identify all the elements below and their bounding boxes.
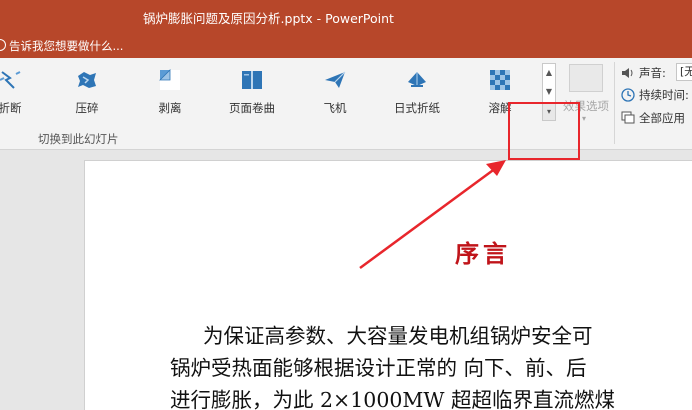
window-title: 锅炉膨胀问题及原因分析.pptx - PowerPoint bbox=[143, 11, 394, 26]
apply-all-icon bbox=[621, 111, 635, 124]
crush-icon bbox=[78, 72, 96, 88]
gallery-item-crush[interactable]: 压碎 bbox=[55, 62, 119, 120]
lightbulb-icon bbox=[0, 39, 6, 51]
title-bar: 锅炉膨胀问题及原因分析.pptx - PowerPoint bbox=[0, 0, 692, 34]
annotation-highlight-box bbox=[508, 102, 580, 160]
tell-me-bar[interactable]: 告诉我您想要做什么... bbox=[0, 34, 692, 58]
group-divider bbox=[614, 62, 615, 144]
airplane-icon bbox=[325, 71, 346, 88]
dissolve-icon bbox=[490, 70, 510, 90]
gallery-item-origami[interactable]: 日式折纸 bbox=[385, 62, 449, 120]
slide-canvas: 序言 为保证高参数、大容量发电机组锅炉安全可 锅炉受热面能够根据设计正常的 向下… bbox=[0, 150, 692, 410]
gallery-scroll-down-button[interactable]: ▼ bbox=[543, 83, 555, 101]
gallery-item-page-curl[interactable]: 页面卷曲 bbox=[220, 62, 284, 120]
speaker-icon bbox=[622, 68, 633, 78]
gallery-item-peel-off[interactable]: 剥离 bbox=[138, 62, 202, 120]
slide-text-line: 进行膨胀，为此 2×1000MW 超超临界直流燃煤 bbox=[170, 388, 615, 410]
transitions-ribbon: 折断 压碎 剥离 页面卷曲 飞机 日式折纸 溶解 ▲ ▼ ▾ 效果选项 ▾ 声音… bbox=[0, 58, 692, 150]
page-curl-icon bbox=[242, 71, 262, 89]
peel-off-icon bbox=[159, 69, 180, 90]
slide-text-line: 锅炉受热面能够根据设计正常的 向下、前、后 bbox=[170, 356, 587, 380]
break-icon bbox=[0, 71, 21, 89]
origami-icon bbox=[408, 72, 426, 87]
chevron-down-icon: ▾ bbox=[582, 114, 587, 123]
gallery-item-break[interactable]: 折断 bbox=[0, 62, 42, 120]
slide[interactable]: 序言 为保证高参数、大容量发电机组锅炉安全可 锅炉受热面能够根据设计正常的 向下… bbox=[84, 160, 692, 410]
slide-text-line: 为保证高参数、大容量发电机组锅炉安全可 bbox=[203, 324, 593, 348]
tell-me-input[interactable]: 告诉我您想要做什么... bbox=[9, 38, 123, 54]
gallery-item-airplane[interactable]: 飞机 bbox=[303, 62, 367, 120]
gallery-scroll-up-button[interactable]: ▲ bbox=[543, 64, 555, 82]
transition-gallery: 折断 压碎 剥离 页面卷曲 飞机 日式折纸 溶解 bbox=[0, 62, 542, 120]
clock-icon bbox=[621, 88, 635, 102]
sound-dropdown[interactable]: [无 bbox=[676, 63, 692, 81]
effect-options-icon bbox=[569, 64, 603, 92]
slide-heading: 序言 bbox=[455, 239, 511, 268]
ribbon-group-label: 切换到此幻灯片 bbox=[38, 132, 119, 146]
